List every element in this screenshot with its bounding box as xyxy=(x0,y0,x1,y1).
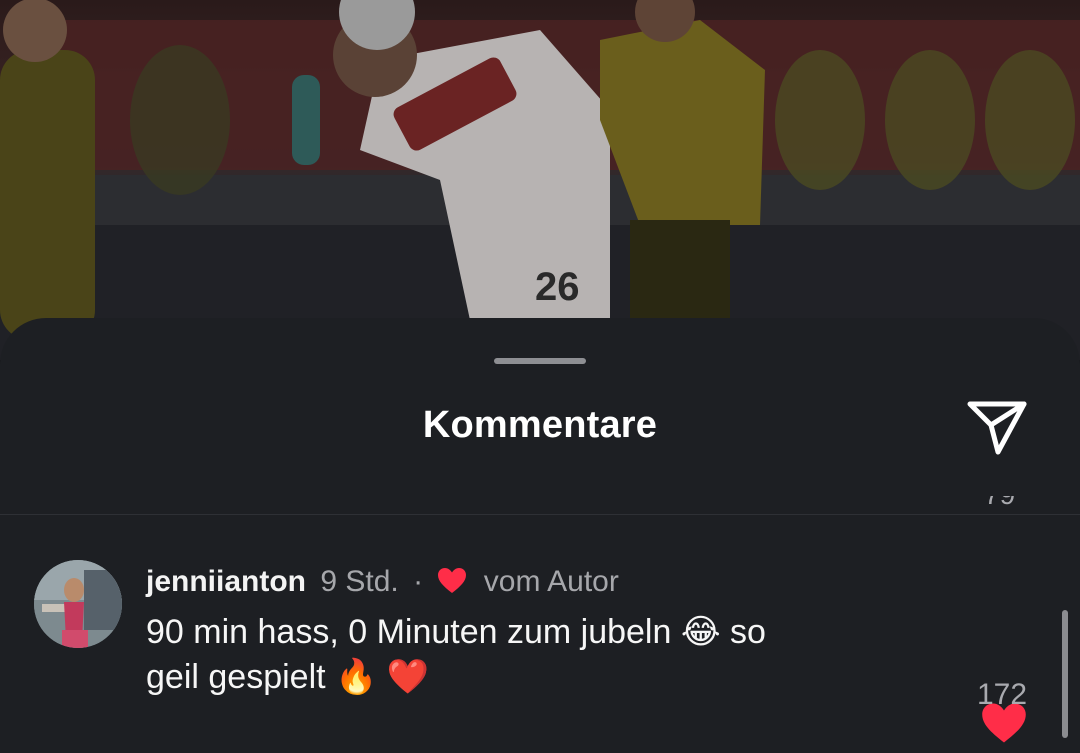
svg-text:26: 26 xyxy=(535,265,580,309)
sheet-title: Kommentare xyxy=(422,404,658,446)
header-divider xyxy=(0,514,1080,515)
comment-username[interactable]: jenniianton xyxy=(146,565,306,598)
comments-sheet: Kommentare 79 jenniianton 9 Std. xyxy=(0,318,1080,753)
paper-plane-icon xyxy=(965,397,1029,462)
post-photo: 26 xyxy=(0,0,1080,360)
sheet-drag-handle[interactable] xyxy=(494,358,586,364)
like-count: 172 xyxy=(976,678,1028,711)
comment-text: 90 min hass, 0 Minuten zum jubeln 😂 so g… xyxy=(146,610,936,700)
heart-icon xyxy=(437,565,467,605)
comment-text-line2: geil gespielt xyxy=(146,658,326,696)
comment-text-line1-end: so xyxy=(730,613,766,651)
comment-timestamp: 9 Std. xyxy=(320,565,399,598)
scrollbar[interactable] xyxy=(1062,610,1068,738)
laughing-emoji: 😂 xyxy=(680,612,721,652)
avatar[interactable] xyxy=(34,560,122,648)
comment-item: jenniianton 9 Std. · vom Autor 90 min ha… xyxy=(0,548,1080,738)
red-heart-emoji: ❤️ xyxy=(386,657,430,697)
previous-like-count: 79 xyxy=(984,496,1044,518)
comment-meta: jenniianton 9 Std. · vom Autor xyxy=(146,562,619,605)
fire-emoji: 🔥 xyxy=(335,657,378,697)
share-button[interactable] xyxy=(962,394,1032,464)
comment-text-line1: 90 min hass, 0 Minuten zum jubeln xyxy=(146,613,672,651)
meta-separator: · xyxy=(413,565,424,598)
liked-by-author-label: vom Autor xyxy=(483,565,619,598)
